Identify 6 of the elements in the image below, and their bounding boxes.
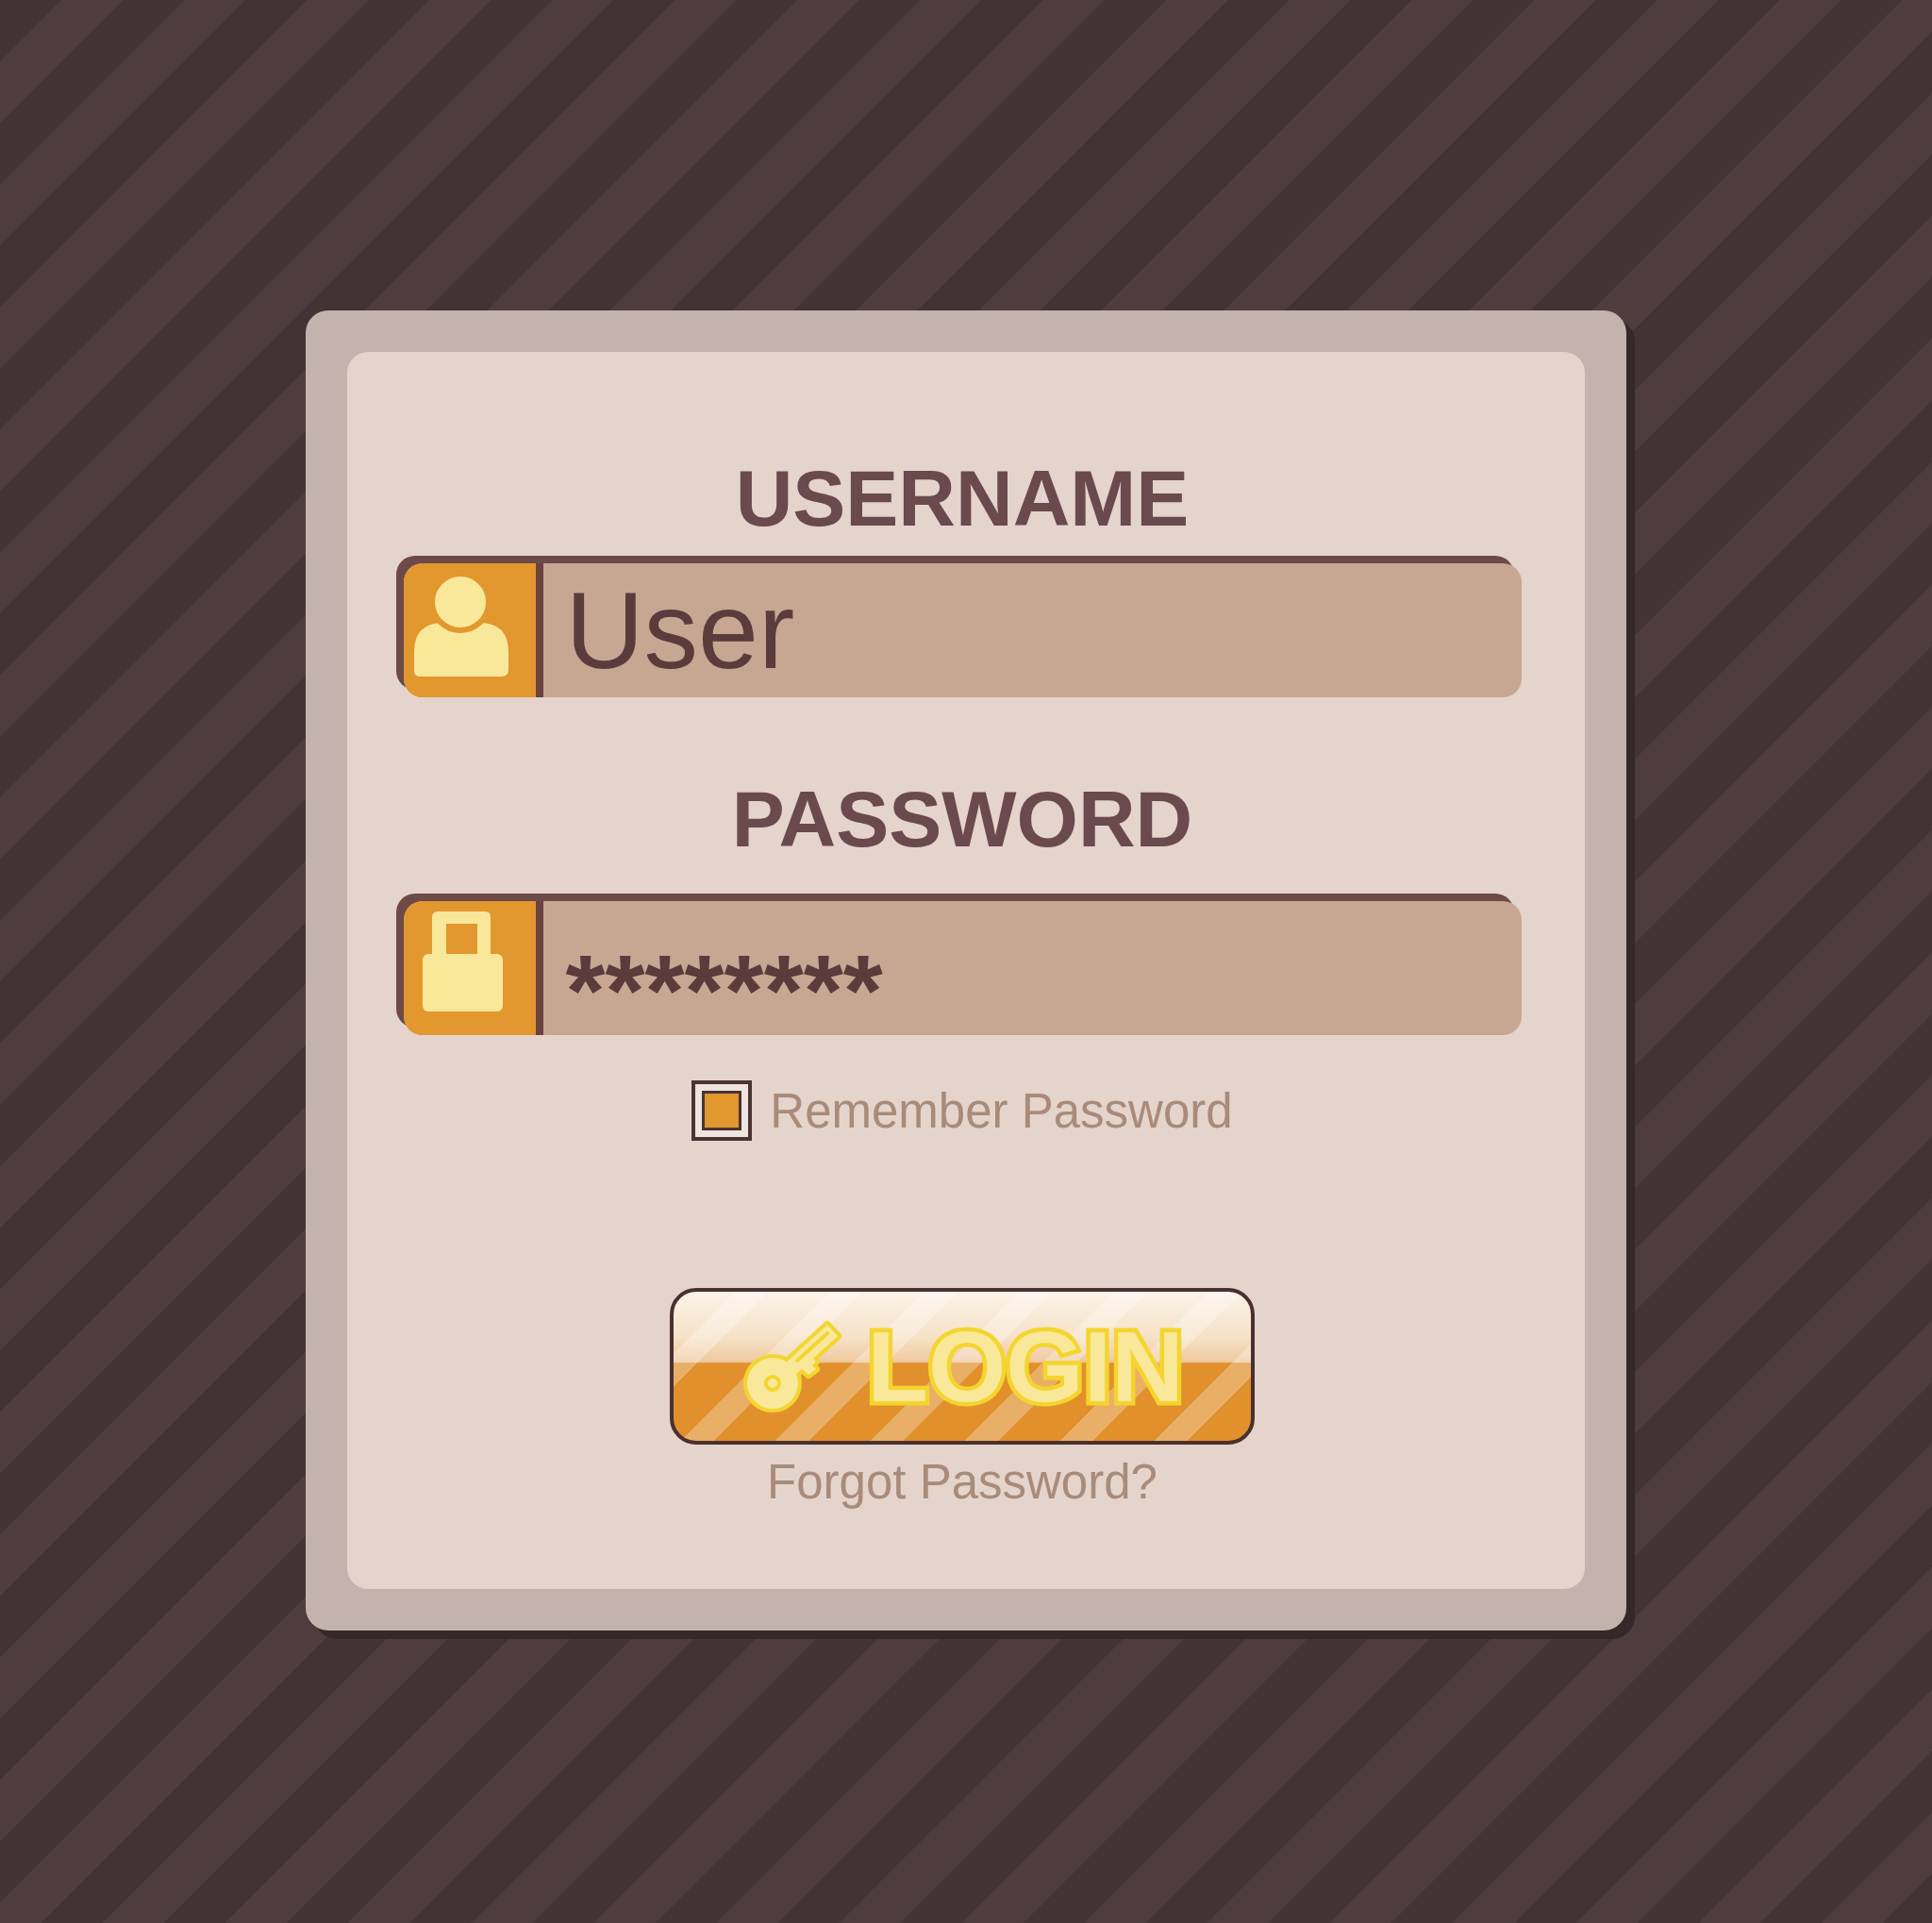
person-icon xyxy=(403,563,536,697)
password-label: PASSWORD xyxy=(731,779,1193,859)
remember-checkbox[interactable] xyxy=(691,1080,753,1141)
username-label: USERNAME xyxy=(735,459,1190,538)
lock-icon xyxy=(403,901,536,1035)
remember-label: Remember Password xyxy=(770,1086,1233,1135)
